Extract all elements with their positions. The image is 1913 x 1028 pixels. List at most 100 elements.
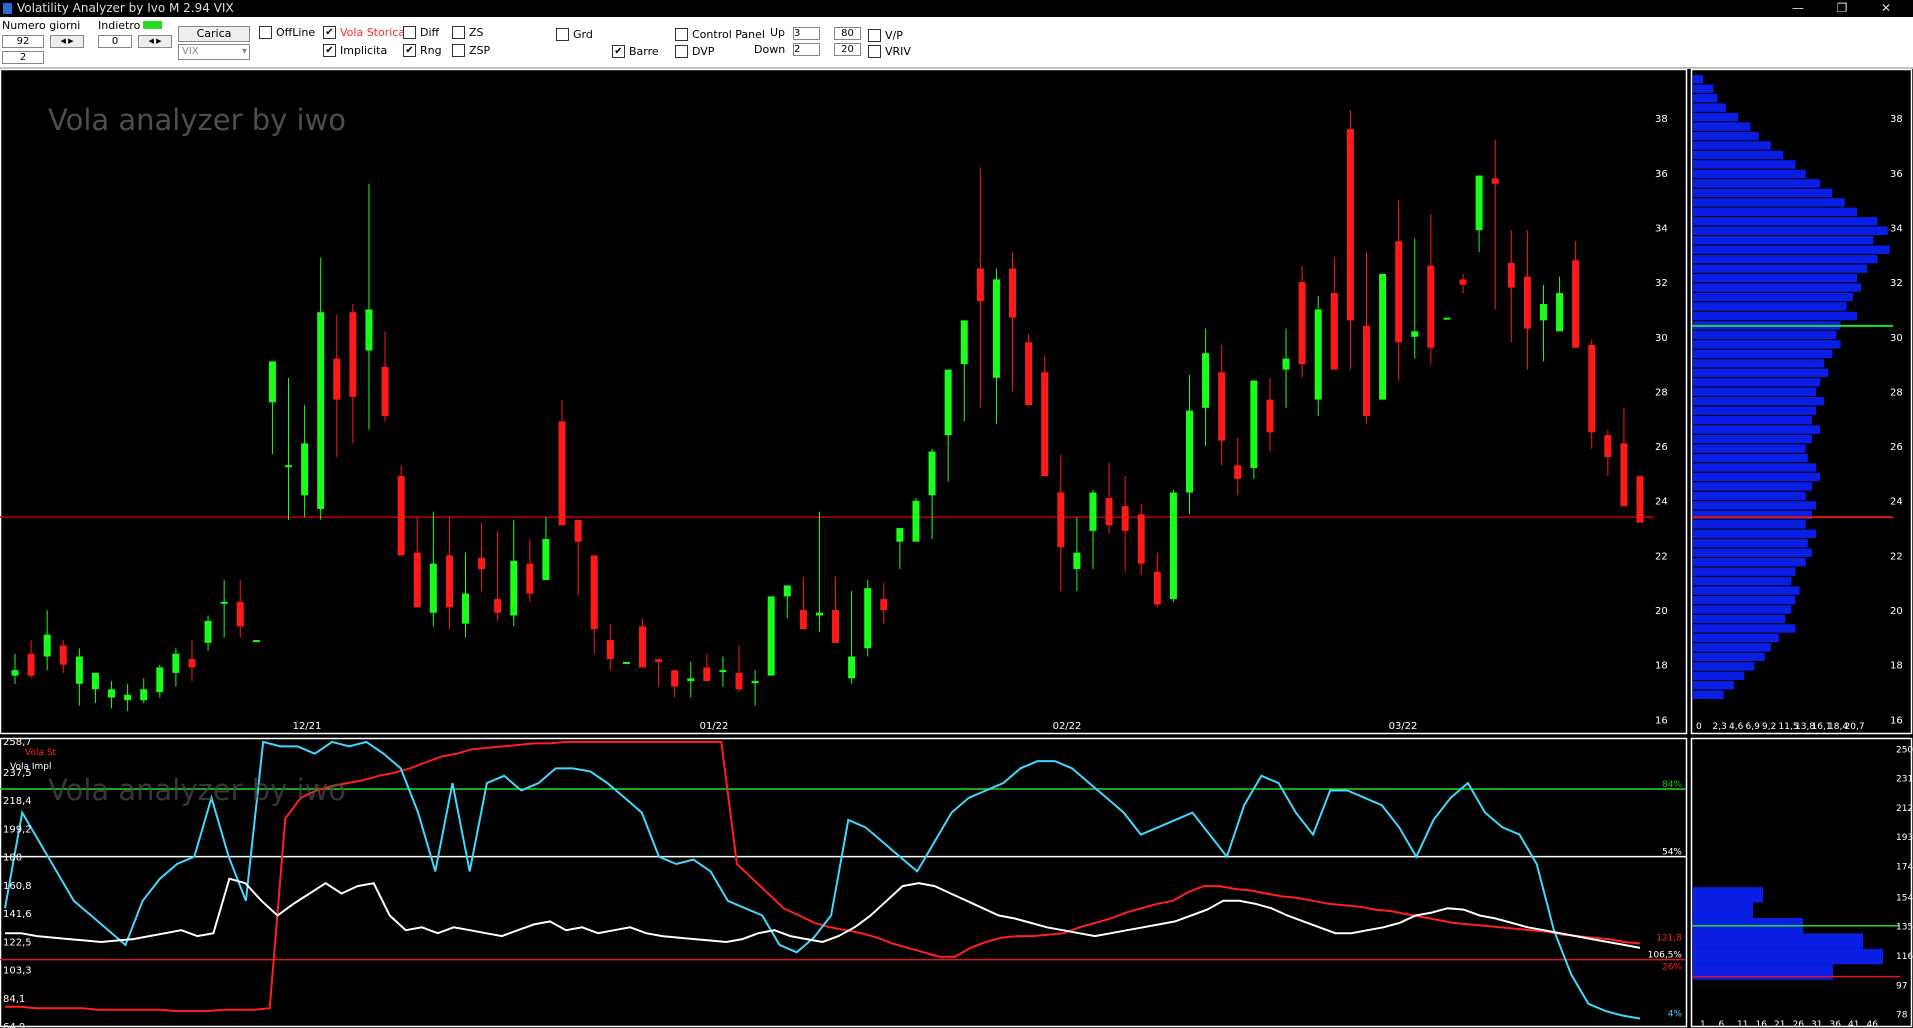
profile-bar	[1693, 103, 1726, 112]
lower-bottom-tick-label: 21	[1774, 1020, 1785, 1028]
profile-bar	[1693, 406, 1816, 415]
implicita-checkbox[interactable]: ✔	[323, 44, 336, 57]
candle-body	[1009, 268, 1017, 318]
indietro-field[interactable]: 0	[98, 35, 132, 48]
lower-left-tick-label: 84,1	[3, 994, 25, 1005]
candle-body	[638, 626, 646, 668]
candle-body	[1186, 410, 1194, 493]
profile-bar	[1693, 273, 1857, 283]
lower-bottom-tick-label: 16	[1756, 1020, 1768, 1028]
vola-storica-checkbox[interactable]: ✔	[323, 26, 336, 39]
lower-hist-bar	[1693, 933, 1863, 949]
offline-checkbox[interactable]	[259, 26, 272, 39]
price-tick-label: 26	[1655, 442, 1668, 453]
profile-price-tick-label: 32	[1890, 278, 1903, 289]
zsp-checkbox[interactable]	[452, 44, 465, 57]
diff-checkbox[interactable]	[403, 26, 416, 39]
profile-bar	[1693, 529, 1816, 539]
down-right-field[interactable]: 20	[834, 43, 861, 56]
profile-bar	[1693, 292, 1853, 302]
candle-body	[928, 451, 936, 496]
dvp-checkbox[interactable]	[675, 45, 688, 58]
symbol-select[interactable]: VIX ▾	[178, 44, 250, 60]
diff-label: Diff	[420, 26, 440, 39]
lower-left-tick-label: 237,5	[3, 768, 32, 779]
close-button[interactable]: ✕	[1866, 0, 1906, 17]
profile-bar	[1693, 150, 1784, 160]
profile-bar	[1693, 633, 1780, 643]
profile-bar	[1693, 302, 1847, 311]
symbol-value: VIX	[182, 46, 199, 57]
indietro-label: Indietro	[98, 19, 141, 32]
date-tick-label: 12/21	[293, 721, 322, 732]
candle-body	[767, 596, 775, 676]
barre-checkbox[interactable]: ✔	[612, 45, 625, 58]
profile-x-tick-label: 20,7	[1845, 722, 1865, 732]
price-tick-label: 28	[1655, 387, 1668, 398]
up-right-field[interactable]: 80	[834, 27, 861, 40]
lower-right-tick-label: 154	[1896, 893, 1913, 903]
candle-body	[1073, 552, 1081, 570]
price-tick-label: 32	[1655, 278, 1668, 289]
implicita-label: Implicita	[340, 44, 388, 57]
numero-giorni-field[interactable]: 92	[2, 35, 44, 48]
candle-body	[220, 601, 228, 604]
candle-body	[751, 681, 759, 684]
vp-checkbox[interactable]	[868, 29, 881, 42]
control-panel-checkbox[interactable]	[675, 28, 688, 41]
candle-body	[365, 309, 373, 351]
profile-bar	[1693, 264, 1868, 273]
profile-price-tick-label: 38	[1890, 114, 1903, 125]
candle-body	[944, 369, 952, 436]
candle-body	[445, 555, 453, 608]
offline-label: OffLine	[276, 26, 316, 39]
candle-body	[1250, 380, 1258, 468]
candle-body	[188, 659, 196, 668]
second-field[interactable]: 2	[2, 51, 44, 64]
profile-bar	[1693, 425, 1821, 434]
rng-checkbox[interactable]: ✔	[403, 44, 416, 57]
candle-body	[1169, 492, 1177, 600]
zs-checkbox[interactable]	[452, 26, 465, 39]
candle-body	[461, 593, 469, 624]
series-line-vola-impl	[4, 740, 1641, 1020]
lower-right-tick-label: 97	[1896, 981, 1907, 991]
candle-body	[1153, 571, 1161, 605]
chevron-down-icon: ▾	[241, 46, 247, 57]
profile-bar	[1693, 378, 1821, 387]
candle-body	[494, 599, 502, 613]
carica-button[interactable]: Carica	[178, 26, 250, 42]
candle-body	[75, 656, 83, 684]
dvp-label: DVP	[692, 45, 715, 58]
candle-body	[1330, 293, 1338, 370]
minimize-button[interactable]: —	[1778, 0, 1818, 17]
control-panel-label: Control Panel	[692, 28, 765, 41]
candle-body	[558, 421, 566, 526]
numero-giorni-spinner[interactable]: ◀ ▶	[50, 35, 84, 48]
profile-bar	[1693, 349, 1833, 359]
candle-body	[1443, 317, 1451, 320]
down-field[interactable]: 2	[793, 43, 820, 56]
candle-body	[124, 694, 132, 701]
date-tick-label: 02/22	[1053, 721, 1082, 732]
lower-right-value-label: 54%	[1662, 848, 1682, 858]
lower-left-tick-label: 218,4	[3, 796, 32, 807]
profile-x-tick-label: 0	[1696, 722, 1702, 732]
profile-bar	[1693, 491, 1806, 501]
lower-hist-bar	[1693, 887, 1763, 903]
price-tick-label: 38	[1655, 114, 1668, 125]
candle-body	[574, 519, 582, 542]
candle-body	[1266, 399, 1274, 433]
profile-bar	[1693, 330, 1837, 340]
price-tick-label: 18	[1655, 661, 1668, 672]
maximize-button[interactable]: ❐	[1822, 0, 1862, 17]
profile-bar	[1693, 510, 1812, 520]
up-field[interactable]: 3	[793, 27, 820, 40]
lower-hist-bar	[1693, 964, 1833, 980]
grd-checkbox[interactable]	[556, 28, 569, 41]
grd-label: Grd	[573, 28, 593, 41]
profile-bar	[1693, 567, 1796, 576]
indietro-spinner[interactable]: ◀ ▶	[138, 35, 172, 48]
lower-bottom-tick-label: 31	[1811, 1020, 1822, 1028]
vriv-checkbox[interactable]	[868, 45, 881, 58]
